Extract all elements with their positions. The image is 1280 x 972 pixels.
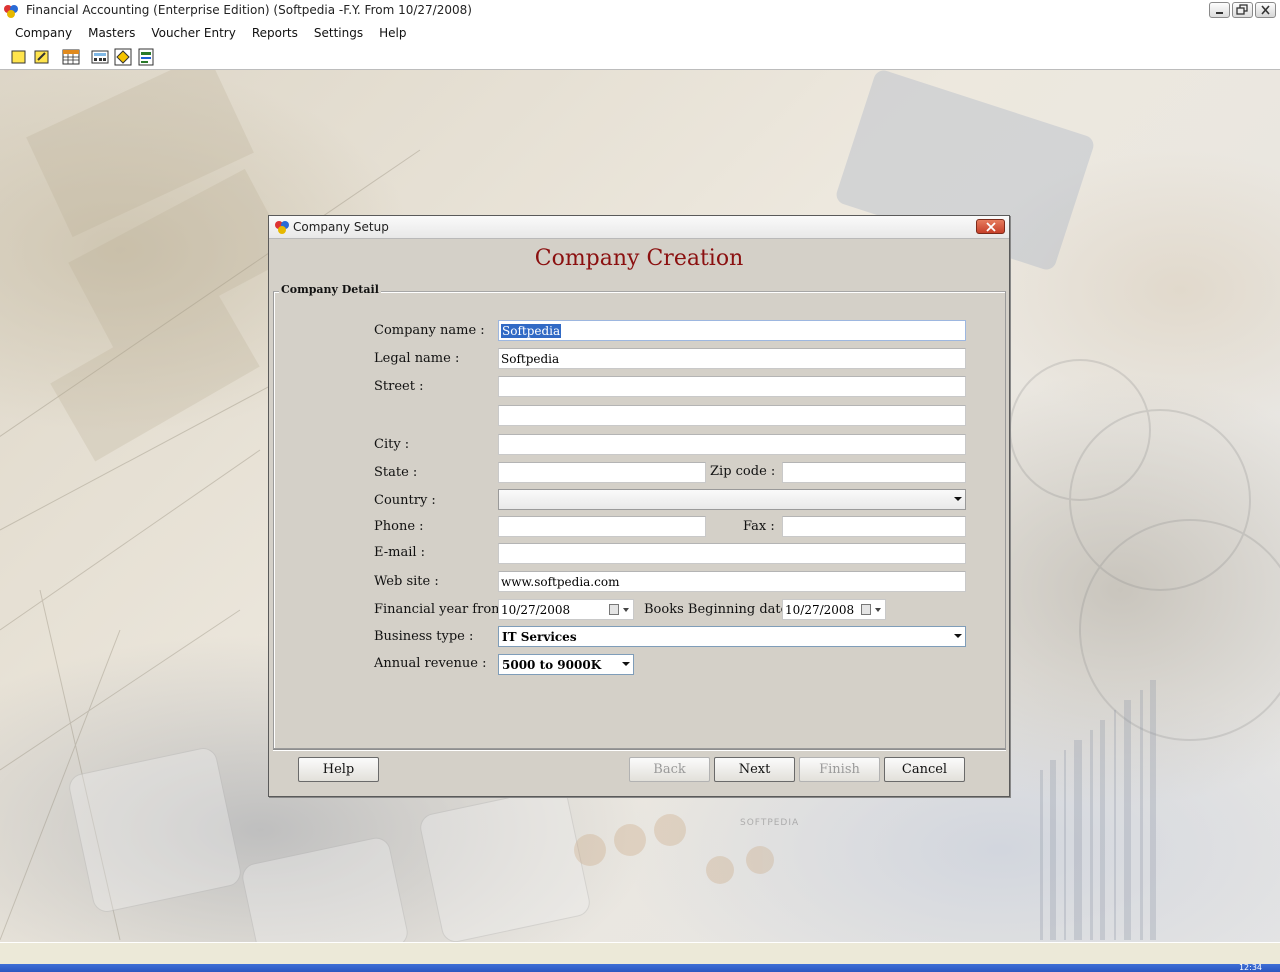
table-icon [62,49,80,64]
new-company-button[interactable] [10,48,28,66]
calculator-button[interactable] [91,48,109,66]
state-input[interactable] [498,462,706,483]
new-company-icon [11,50,26,63]
street-line2-input[interactable] [498,405,966,426]
toolbar [0,44,1280,70]
back-button[interactable]: Back [629,757,710,782]
chevron-down-icon [622,662,630,666]
city-input[interactable] [498,434,966,455]
button-separator [273,749,1006,751]
business-type-value: IT Services [502,630,577,644]
table-button[interactable] [62,48,80,66]
report-button[interactable] [137,48,155,66]
financial-year-value: 10/27/2008 [501,603,571,617]
diamond-tool-button[interactable] [114,48,132,66]
phone-label: Phone : [374,519,424,534]
street-line1-input[interactable] [498,376,966,397]
legal-name-input[interactable]: Softpedia [498,348,966,369]
calendar-icon [861,604,871,615]
cancel-button[interactable]: Cancel [884,757,965,782]
company-name-label: Company name : [374,323,485,338]
annual-revenue-value: 5000 to 9000K [502,658,602,672]
menubar: Company Masters Voucher Entry Reports Se… [0,22,1280,44]
country-select[interactable] [498,489,966,510]
annual-revenue-label: Annual revenue : [374,656,487,671]
books-beginning-value: 10/27/2008 [785,603,855,617]
phone-input[interactable] [498,516,706,537]
street-label: Street : [374,379,424,394]
fax-input[interactable] [782,516,966,537]
minimize-icon [1216,12,1223,14]
menu-masters[interactable]: Masters [81,26,144,40]
state-label: State : [374,465,418,480]
diamond-tool-icon [114,48,132,65]
zip-code-label: Zip code : [710,464,776,479]
website-input[interactable]: www.softpedia.com [498,571,966,592]
books-beginning-label: Books Beginning date: [644,602,793,617]
app-close-button[interactable] [1255,2,1276,18]
financial-year-label: Financial year from : [374,602,512,617]
menu-settings[interactable]: Settings [307,26,372,40]
dialog-title: Company Setup [293,220,389,234]
fax-label: Fax : [743,519,775,534]
open-company-icon [34,50,49,63]
close-icon [1261,5,1270,15]
dialog-app-icon [275,221,289,234]
chevron-down-icon [954,634,962,638]
company-setup-dialog: Company Setup Company Creation Company D… [268,215,1010,797]
menu-voucher-entry[interactable]: Voucher Entry [144,26,245,40]
company-name-value: Softpedia [501,324,562,338]
dialog-close-button[interactable] [976,219,1005,234]
taskbar: 12:34 [0,963,1280,972]
country-label: Country : [374,493,436,508]
business-type-label: Business type : [374,629,474,644]
email-label: E-mail : [374,545,426,560]
taskbar-clock: 12:34 [1238,963,1262,972]
restore-button[interactable] [1232,2,1253,18]
business-type-select[interactable]: IT Services [498,626,966,647]
menu-help[interactable]: Help [372,26,415,40]
calculator-icon [91,50,109,63]
books-beginning-date-picker[interactable]: 10/27/2008 [782,599,886,620]
company-name-input[interactable]: Softpedia [498,320,966,341]
report-icon [138,48,154,65]
email-input[interactable] [498,543,966,564]
app-title: Financial Accounting (Enterprise Edition… [26,3,472,17]
app-logo-icon [4,5,18,18]
menu-company[interactable]: Company [8,26,81,40]
watermark-text: SOFTPEDIA [740,818,800,828]
website-label: Web site : [374,574,439,589]
menu-reports[interactable]: Reports [245,26,307,40]
zip-code-input[interactable] [782,462,966,483]
annual-revenue-select[interactable]: 5000 to 9000K [498,654,634,675]
legal-name-label: Legal name : [374,351,460,366]
open-company-button[interactable] [33,48,51,66]
next-button[interactable]: Next [714,757,795,782]
minimize-button[interactable] [1209,2,1230,18]
help-button[interactable]: Help [298,757,379,782]
city-label: City : [374,437,410,452]
dialog-heading: Company Creation [534,246,744,271]
restore-icon [1236,4,1248,15]
app-titlebar: Financial Accounting (Enterprise Edition… [0,0,1280,23]
window-controls [1209,2,1276,18]
group-legend: Company Detail [279,283,381,296]
calendar-icon [609,604,619,615]
chevron-down-icon [875,608,881,612]
dialog-titlebar: Company Setup [269,216,1009,239]
close-icon [986,222,996,232]
financial-year-date-picker[interactable]: 10/27/2008 [498,599,634,620]
statusbar [0,942,1280,965]
finish-button[interactable]: Finish [799,757,880,782]
chevron-down-icon [623,608,629,612]
chevron-down-icon [954,497,962,501]
